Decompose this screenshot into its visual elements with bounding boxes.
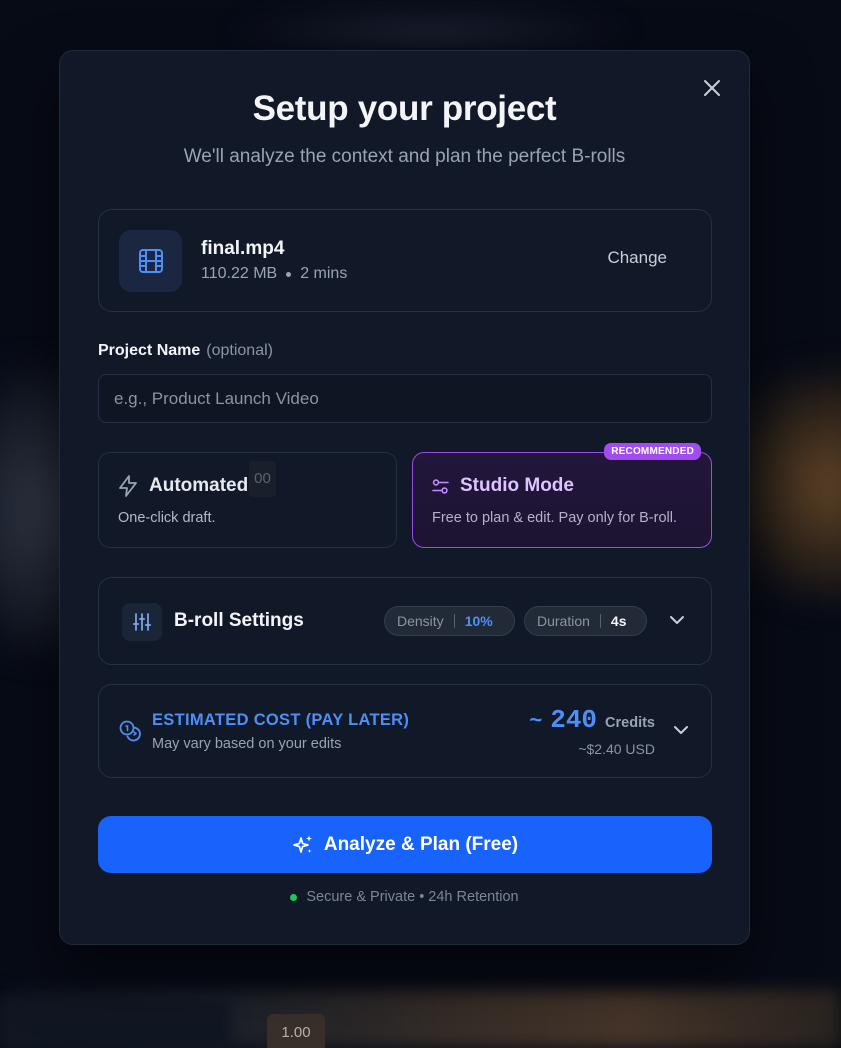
cost-credits-unit: Credits [605,715,655,731]
ghost-overlay-chip: 00 [249,461,276,497]
change-file-button[interactable]: Change [607,248,667,268]
broll-settings-title: B-roll Settings [174,610,304,631]
cost-amount: ~ 240 Credits [529,705,655,735]
recommended-badge: RECOMMENDED [604,443,701,460]
analyze-plan-button[interactable]: Analyze & Plan (Free) [98,816,712,873]
mode-studio-card[interactable]: RECOMMENDED Studio Mode Free to plan & e… [412,443,712,548]
cost-usd: ~$2.40 USD [578,741,655,757]
broll-settings-card[interactable]: B-roll Settings Density 10% Duration 4s [98,577,712,665]
mode-automated-title: Automated [118,475,248,497]
backdrop-speed-badge: 1.00 [267,1014,325,1048]
broll-icon-box [122,603,162,641]
density-label: Density [397,613,444,629]
cost-approx-symbol: ~ [529,707,543,732]
chevron-down-icon[interactable] [673,722,689,738]
sparkles-icon [293,835,312,853]
optional-hint: (optional) [206,342,273,359]
density-value: 10% [464,613,493,629]
mode-studio-label: Studio Mode [460,475,574,496]
lightning-icon [119,475,137,497]
mode-automated-desc: One-click draft. [118,510,216,526]
chevron-down-icon[interactable] [669,612,685,628]
modal-subtitle: We'll analyze the context and plan the p… [183,146,626,167]
cost-credits-value: 240 [550,705,598,735]
backdrop-bottom-dark [0,1000,230,1048]
security-note: Secure & Private • 24h Retention [60,889,749,905]
mode-studio-title: Studio Mode [432,475,574,497]
project-name-label: Project Name (optional) [98,342,273,360]
pill-separator [599,614,601,628]
density-pill[interactable]: Density 10% [384,606,515,636]
estimated-cost-card[interactable]: ESTIMATED COST (PAY LATER) May vary base… [98,684,712,778]
mode-automated-card[interactable]: 00 Automated One-click draft. [98,452,397,548]
setup-project-modal: Setup your project We'll analyze the con… [59,50,750,945]
film-icon [138,249,163,273]
file-icon-box [119,230,182,292]
cost-title: ESTIMATED COST (PAY LATER) [152,711,410,729]
security-note-text: Secure & Private • 24h Retention [306,889,519,905]
duration-value: 4s [610,613,627,629]
cost-subtitle: May vary based on your edits [152,736,342,752]
duration-pill[interactable]: Duration 4s [524,606,647,636]
coins-icon [119,720,141,742]
project-name-label-text: Project Name [98,342,201,359]
file-duration: 2 mins [300,265,348,282]
modal-title: Setup your project [252,89,557,128]
mode-automated-label: Automated [149,475,249,496]
equalizer-icon [132,613,152,631]
secure-status-dot [290,893,298,901]
sliders-icon [432,478,449,494]
file-card: final.mp4 110.22 MB 2 mins Change [98,209,712,312]
duration-label: Duration [537,613,590,629]
mode-studio-desc: Free to plan & edit. Pay only for B-roll… [432,510,677,526]
file-size: 110.22 MB [201,265,278,282]
file-name: final.mp4 [201,238,285,259]
project-name-input[interactable] [98,374,712,423]
meta-separator-dot [286,271,292,277]
file-meta: 110.22 MB 2 mins [201,265,347,283]
analyze-plan-label: Analyze & Plan (Free) [323,833,519,855]
pill-separator [453,614,455,628]
